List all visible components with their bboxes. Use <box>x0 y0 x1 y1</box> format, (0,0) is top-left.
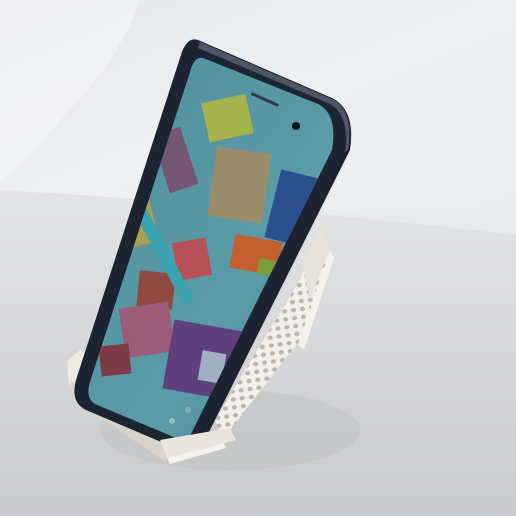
nav-back-icon <box>169 418 175 424</box>
photo-illustration <box>0 0 516 516</box>
wallpaper-tile-khaki <box>207 146 272 224</box>
photo-scene <box>0 0 516 516</box>
front-camera <box>292 122 300 130</box>
wallpaper-tile-dark-red <box>98 343 132 377</box>
nav-home-icon <box>185 407 191 413</box>
